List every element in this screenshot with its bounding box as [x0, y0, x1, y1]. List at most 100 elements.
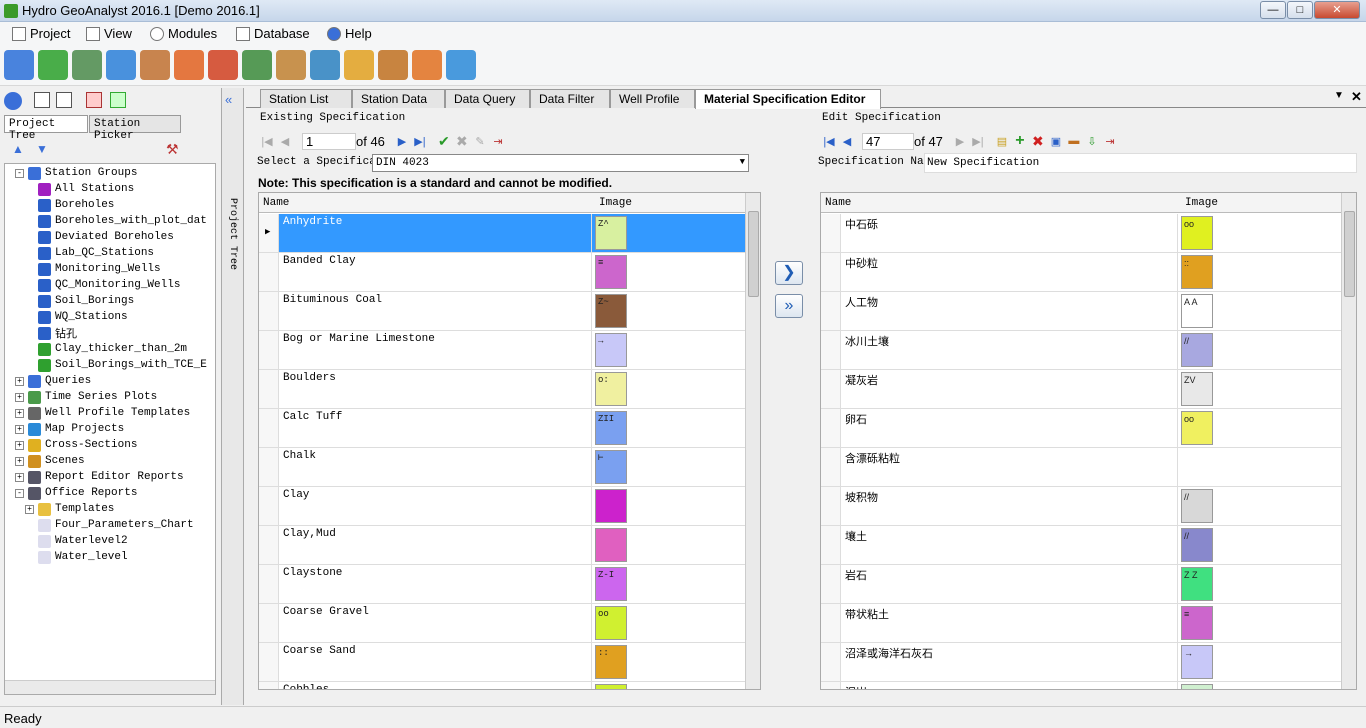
- expand-icon[interactable]: +: [25, 504, 34, 514]
- table-row[interactable]: 中石砾 oo: [821, 214, 1341, 253]
- save-icon[interactable]: ▣: [1047, 135, 1065, 148]
- down-arrow-icon[interactable]: ▼: [36, 142, 48, 156]
- tree-item[interactable]: Four_Parameters_Chart: [25, 517, 194, 533]
- row-selector[interactable]: [821, 409, 841, 447]
- check-icon[interactable]: ✔: [435, 133, 453, 150]
- tab-close-icon[interactable]: ✕: [1351, 89, 1362, 105]
- validate-icon[interactable]: [38, 50, 68, 80]
- row-selector[interactable]: [821, 487, 841, 525]
- menu-modules[interactable]: Modules: [150, 26, 217, 41]
- table-row[interactable]: Banded Clay ≡: [259, 253, 745, 292]
- collapse-icon[interactable]: «: [225, 92, 232, 107]
- tree-hscrollbar[interactable]: [5, 680, 215, 694]
- table-row[interactable]: Boulders o:: [259, 370, 745, 409]
- tree-item[interactable]: Lab_QC_Stations: [25, 245, 154, 261]
- map-icon[interactable]: [344, 50, 374, 80]
- spec-select[interactable]: DIN 4023 ▼: [372, 154, 749, 172]
- row-selector[interactable]: [821, 214, 841, 252]
- tree-item[interactable]: - Office Reports: [15, 485, 137, 501]
- table-row[interactable]: 中砂粒::: [821, 253, 1341, 292]
- row-selector[interactable]: [259, 331, 279, 369]
- spec-name-input[interactable]: New Specification: [924, 153, 1357, 173]
- row-selector[interactable]: [259, 370, 279, 408]
- table-row[interactable]: Clay: [259, 487, 745, 526]
- up-arrow-icon[interactable]: ▲: [12, 142, 24, 156]
- table-row[interactable]: Calc Tuff ZII: [259, 409, 745, 448]
- globe-icon[interactable]: [310, 50, 340, 80]
- table-row[interactable]: 带状粘土 ≡: [821, 604, 1341, 643]
- report-icon[interactable]: [140, 50, 170, 80]
- close-button[interactable]: ✕: [1314, 1, 1360, 19]
- table-row[interactable]: Coarse Gravel oo: [259, 604, 745, 643]
- table-row[interactable]: ▶ Anhydrite Z^: [259, 214, 745, 253]
- expand-icon[interactable]: +: [15, 424, 24, 434]
- expand-icon[interactable]: +: [15, 456, 24, 466]
- tree-item[interactable]: + Time Series Plots: [15, 389, 157, 405]
- row-selector[interactable]: [259, 643, 279, 681]
- existing-page-field[interactable]: 1: [302, 132, 356, 150]
- tree-item[interactable]: Soil_Borings: [25, 293, 134, 309]
- tree-item[interactable]: Boreholes_with_plot_dat: [25, 213, 207, 229]
- tree-item[interactable]: Water_level: [25, 549, 128, 565]
- next-icon[interactable]: ▶: [393, 135, 411, 148]
- import-icon[interactable]: ⇩: [1083, 135, 1101, 148]
- tab-data-query[interactable]: Data Query: [445, 89, 530, 108]
- tab-menu-icon[interactable]: ▼: [1334, 90, 1344, 101]
- table-row[interactable]: 卵石 oo: [821, 409, 1341, 448]
- vertical-tab-project-tree[interactable]: Project Tree: [227, 198, 238, 270]
- tab-station-picker[interactable]: Station Picker: [89, 115, 181, 142]
- edit-scrollbar[interactable]: [1341, 193, 1356, 689]
- table-row[interactable]: 含漂砾粘粒: [821, 448, 1341, 487]
- tree-item[interactable]: + Cross-Sections: [15, 437, 137, 453]
- delete-icon[interactable]: ✖: [1029, 133, 1047, 150]
- image-icon[interactable]: ▬: [1065, 135, 1083, 147]
- clear-icon[interactable]: ⚒: [166, 141, 179, 158]
- exit-icon[interactable]: ⇥: [489, 135, 507, 148]
- maximize-button[interactable]: □: [1287, 1, 1313, 19]
- layers-icon[interactable]: [378, 50, 408, 80]
- row-selector[interactable]: [821, 292, 841, 330]
- table-row[interactable]: Chalk ⊢: [259, 448, 745, 487]
- row-selector[interactable]: [259, 292, 279, 330]
- volume-icon[interactable]: [412, 50, 442, 80]
- menu-project[interactable]: Project: [12, 26, 70, 41]
- table-row[interactable]: Claystone Z-I: [259, 565, 745, 604]
- stack-icon[interactable]: [106, 50, 136, 80]
- window-icon[interactable]: [34, 92, 50, 108]
- table-row[interactable]: 壤土 //: [821, 526, 1341, 565]
- chart-icon[interactable]: [174, 50, 204, 80]
- triangle-icon[interactable]: [446, 50, 476, 80]
- next-icon[interactable]: ▶: [951, 135, 969, 148]
- row-selector[interactable]: [259, 565, 279, 603]
- row-selector[interactable]: [821, 604, 841, 642]
- tree-item[interactable]: + Well Profile Templates: [15, 405, 190, 421]
- delete-icon[interactable]: ✖: [453, 133, 471, 150]
- expand-icon[interactable]: +: [15, 472, 24, 482]
- expand-icon[interactable]: +: [15, 376, 24, 386]
- split-icon[interactable]: [56, 92, 72, 108]
- row-selector[interactable]: [259, 682, 279, 689]
- menu-view[interactable]: View: [86, 26, 132, 41]
- tree-item[interactable]: 钻孔: [25, 325, 77, 341]
- scroll-thumb[interactable]: [1344, 211, 1355, 297]
- prev-icon[interactable]: ◀: [276, 135, 294, 148]
- row-selector[interactable]: [259, 604, 279, 642]
- tree-item[interactable]: + Map Projects: [15, 421, 124, 437]
- table-row[interactable]: Coarse Sand::: [259, 643, 745, 682]
- expand-icon[interactable]: +: [15, 440, 24, 450]
- borehole-icon[interactable]: [4, 50, 34, 80]
- table-row[interactable]: 人工物 A A: [821, 292, 1341, 331]
- tree-item[interactable]: All Stations: [25, 181, 134, 197]
- table-row[interactable]: 岩石 Z Z: [821, 565, 1341, 604]
- menu-database[interactable]: Database: [236, 26, 310, 41]
- table-row[interactable]: 泥岩: [821, 682, 1341, 689]
- exit-icon[interactable]: ⇥: [1101, 135, 1119, 148]
- collapse-icon[interactable]: -: [15, 488, 24, 498]
- table-row[interactable]: Cobbles: [259, 682, 745, 689]
- row-selector[interactable]: [821, 526, 841, 564]
- row-selector[interactable]: [821, 253, 841, 291]
- copy-one-button[interactable]: ❯: [775, 261, 803, 285]
- calendar-icon[interactable]: [208, 50, 238, 80]
- collapse-icon[interactable]: -: [15, 168, 24, 178]
- tree-item[interactable]: Clay_thicker_than_2m: [25, 341, 187, 357]
